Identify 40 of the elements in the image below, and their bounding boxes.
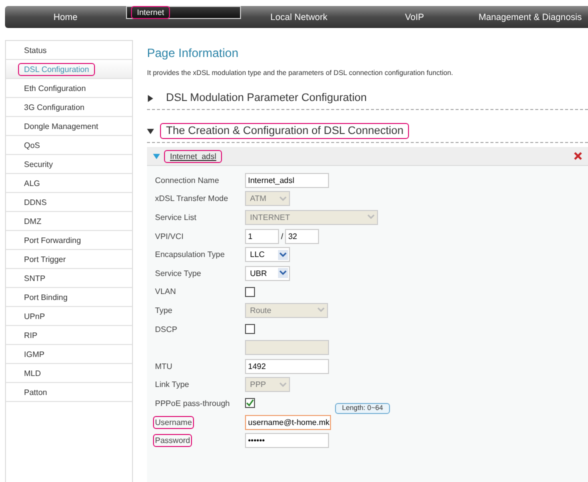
field-label: Username [153, 416, 194, 429]
nav-tab[interactable]: VoIP [356, 6, 472, 28]
nav-tab[interactable]: Internet [126, 6, 241, 19]
checkbox[interactable] [245, 324, 255, 334]
field-label: Password [153, 434, 192, 448]
text-field[interactable]: •••••• [245, 433, 329, 448]
checkbox[interactable] [245, 286, 255, 297]
dropdown-arrow-icon [278, 268, 288, 278]
text-field[interactable]: username@t-home.mk [245, 414, 331, 430]
connection-link[interactable]: Internet_adsl [164, 150, 222, 162]
dropdown[interactable]: UBR [245, 266, 290, 281]
field-label: MTU [154, 360, 174, 373]
section-heading[interactable]: DSL Modulation Parameter Configuration [160, 90, 373, 106]
expanded-triangle-icon[interactable] [147, 128, 154, 134]
text-field[interactable]: 1492 [245, 358, 329, 374]
field-label: Encapsulation Type [154, 249, 226, 262]
field-label: Service List [154, 212, 198, 224]
separator: / [281, 232, 284, 241]
field-label: Connection Name [154, 174, 220, 187]
page-title: Page Information [147, 46, 240, 60]
field-label: VPI/VCI [154, 230, 184, 243]
nav-tab[interactable]: Local Network [241, 6, 357, 28]
field-label: Link Type [154, 379, 190, 392]
section-heading[interactable]: The Creation & Configuration of DSL Connection [160, 123, 410, 139]
text-field[interactable]: Internet_adsl [245, 172, 329, 188]
field-label: DSCP [154, 324, 178, 336]
dropdown[interactable]: LLC [245, 247, 290, 262]
field-label: Service Type [154, 268, 202, 280]
field-label: xDSL Transfer Mode [154, 193, 230, 206]
delete-x-icon[interactable] [574, 152, 582, 160]
checkbox[interactable] [245, 398, 255, 408]
nav-tab[interactable]: Management & Diagnosis [472, 6, 588, 28]
field-label: PPPoE pass-through [154, 398, 231, 410]
field-label: VLAN [154, 286, 177, 298]
dropdown-arrow-icon [278, 250, 288, 260]
text-field[interactable]: 32 [285, 228, 320, 244]
text-field[interactable]: 1 [245, 228, 279, 244]
collapsed-triangle-icon[interactable] [147, 94, 154, 102]
nav-tab[interactable]: Home [5, 6, 126, 28]
field-label: Type [154, 304, 174, 317]
